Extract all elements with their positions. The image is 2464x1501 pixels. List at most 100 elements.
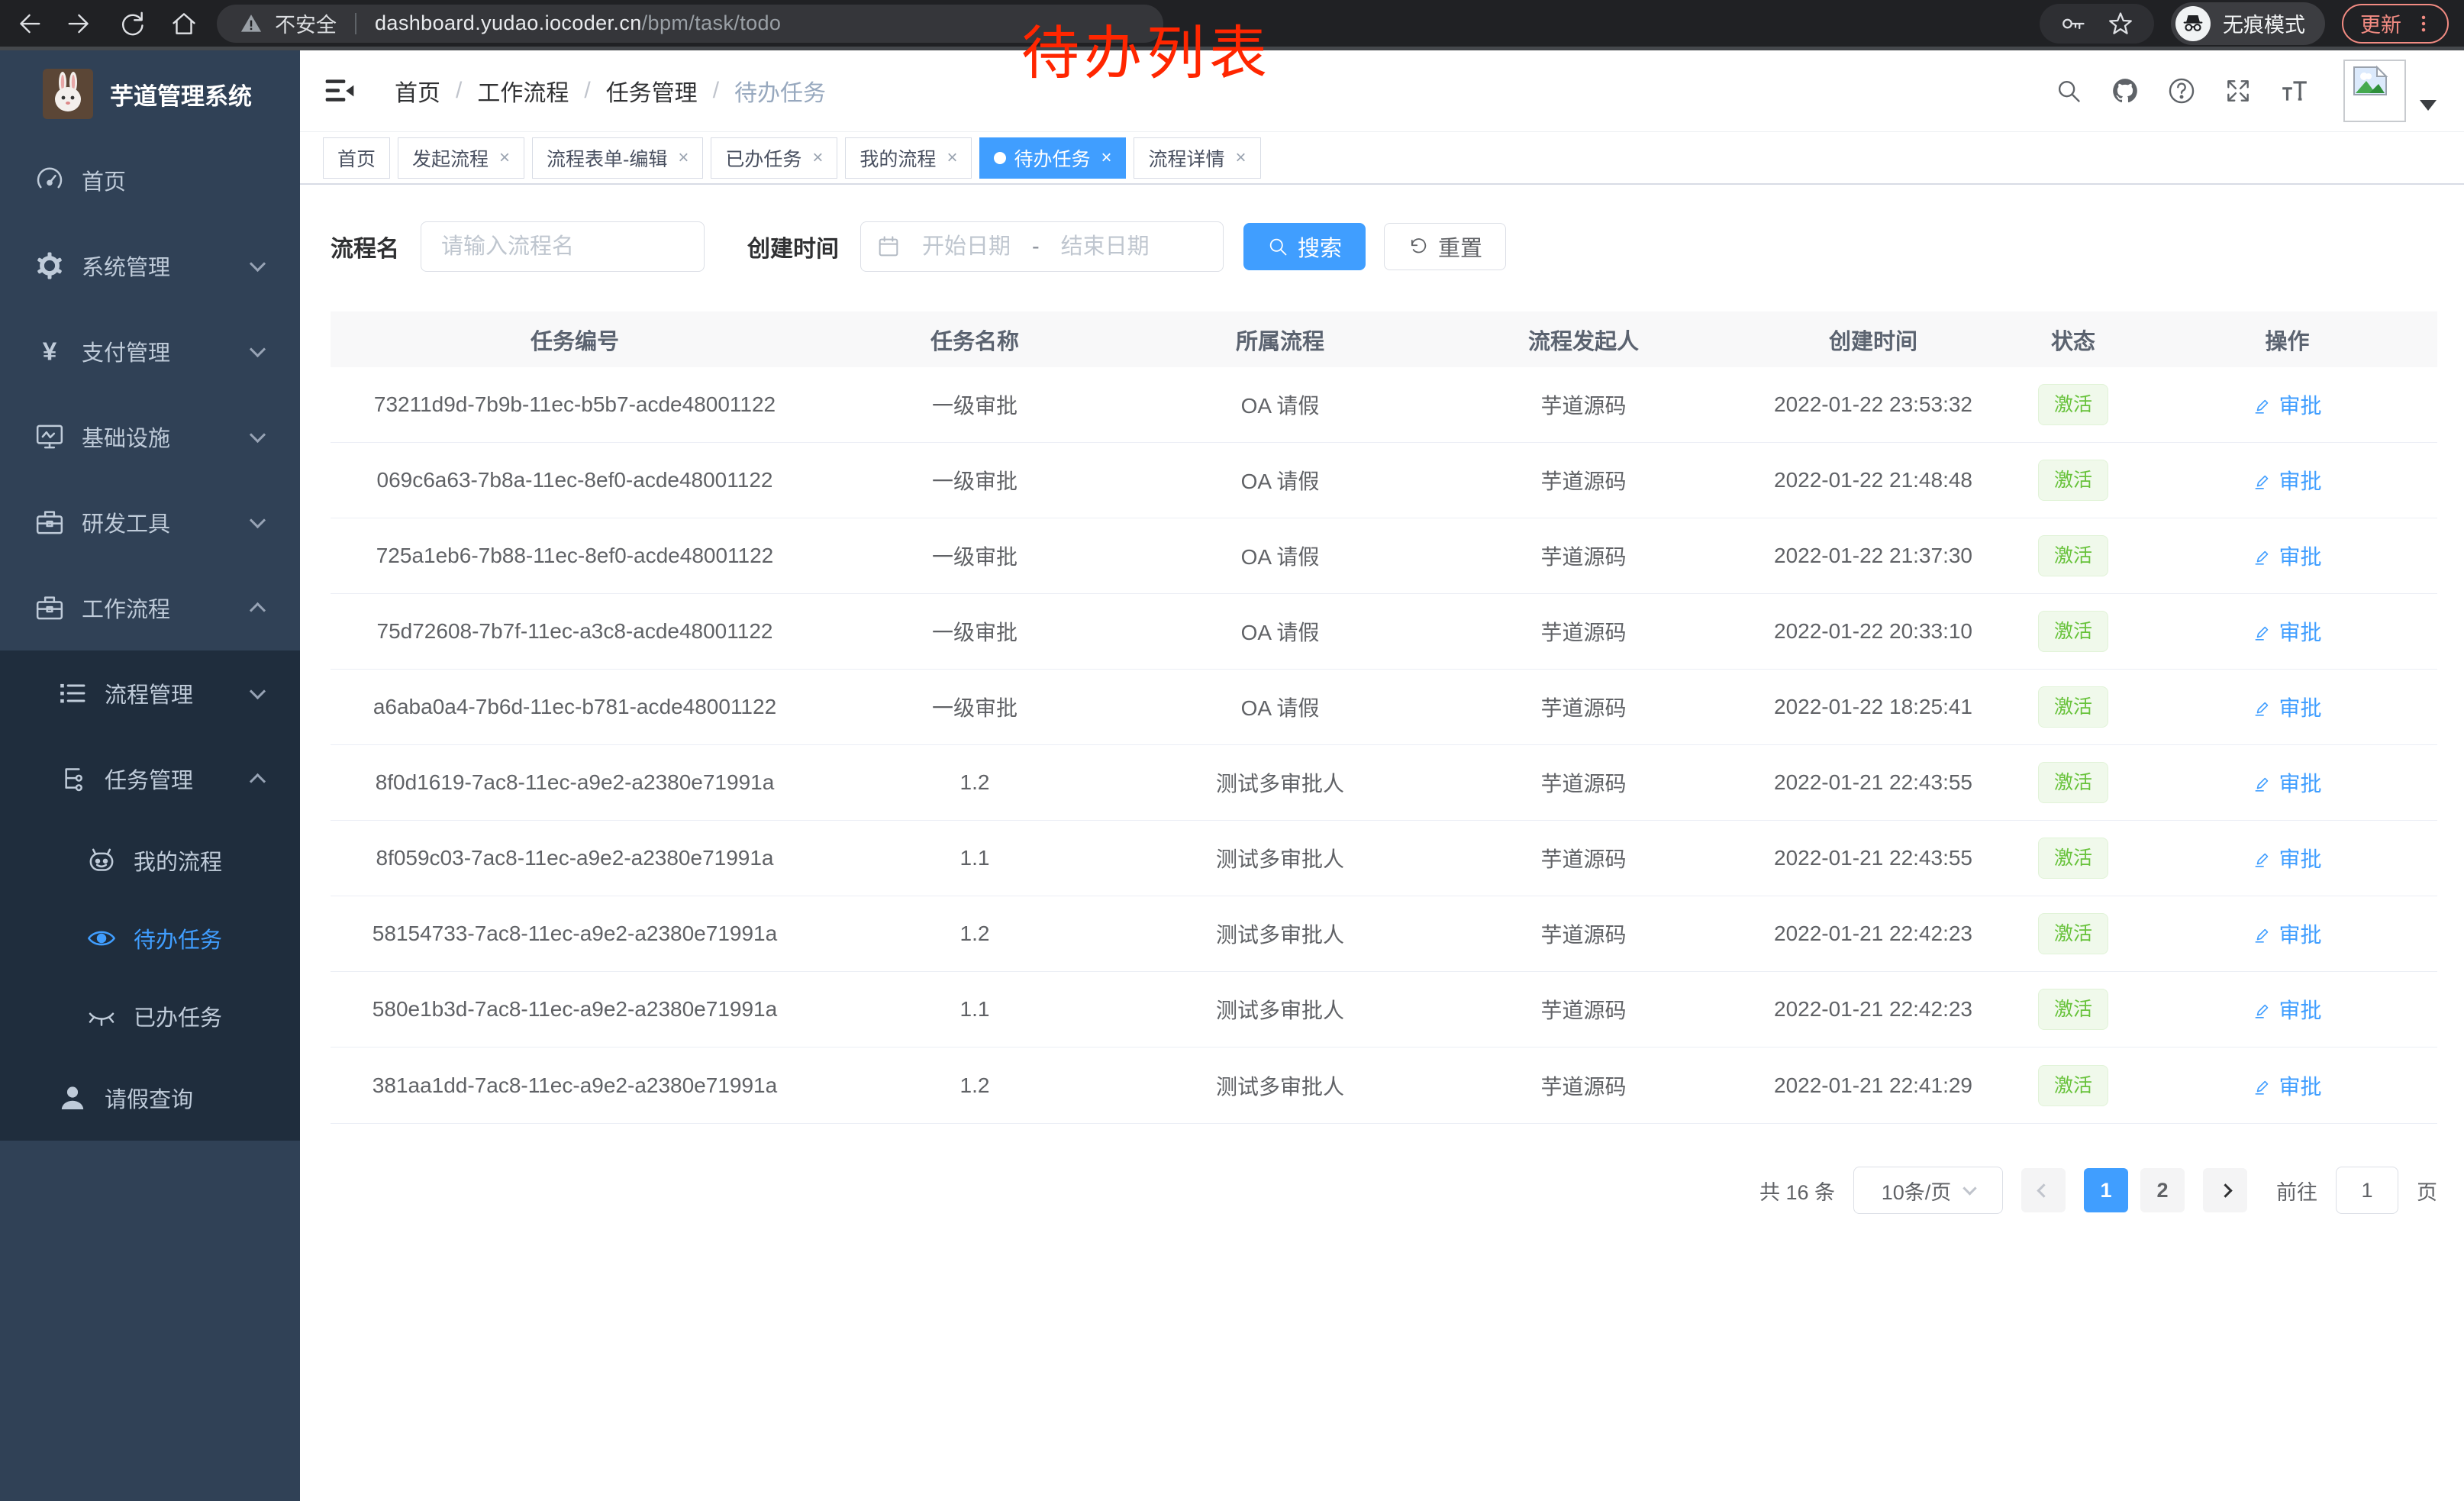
yen-icon: ¥ [34, 336, 65, 366]
approve-button[interactable]: 审批 [2253, 541, 2321, 571]
sidebar-item-流程管理[interactable]: 流程管理 [0, 650, 300, 736]
cell-status: 激活 [2009, 384, 2137, 425]
table-body: 73211d9d-7b9b-11ec-b5b7-acde48001122一级审批… [331, 367, 2437, 1123]
approve-button[interactable]: 审批 [2253, 692, 2321, 722]
breadcrumb: 首页/工作流程/任务管理/待办任务 [395, 74, 826, 108]
close-icon[interactable]: × [947, 147, 957, 169]
password-key-icon[interactable] [2059, 10, 2087, 37]
start-date-input[interactable] [905, 234, 1027, 260]
chevron-down-icon[interactable] [2420, 100, 2437, 111]
sidebar-item-label: 我的流程 [134, 844, 222, 876]
table-row: 58154733-7ac8-11ec-a9e2-a2380e71991a1.2测… [331, 896, 2437, 972]
close-icon[interactable]: × [812, 147, 823, 169]
search-button[interactable]: 搜索 [1243, 223, 1366, 270]
edit-pen-icon [2253, 621, 2272, 641]
browser-menu-icon[interactable] [2412, 12, 2435, 35]
cell-starter: 芋道源码 [1430, 389, 1737, 420]
browser-reload-icon[interactable] [118, 9, 147, 38]
table-row: 8f0d1619-7ac8-11ec-a9e2-a2380e71991a1.2测… [331, 745, 2437, 821]
status-badge: 激活 [2038, 762, 2108, 803]
tab-item-我的流程[interactable]: 我的流程× [845, 137, 972, 179]
hamburger-icon[interactable] [323, 74, 356, 108]
tab-label: 已办任务 [725, 144, 801, 172]
approve-button[interactable]: 审批 [2253, 994, 2321, 1025]
bookmark-star-icon[interactable] [2107, 10, 2134, 37]
gear-icon [34, 250, 65, 281]
cell-status: 激活 [2009, 535, 2137, 576]
status-badge: 激活 [2038, 989, 2108, 1030]
search-icon[interactable] [2053, 76, 2084, 106]
sidebar-item-已办任务[interactable]: 已办任务 [0, 977, 300, 1055]
page-size-select[interactable]: 10条/页 [1853, 1167, 2003, 1214]
sidebar-item-首页[interactable]: 首页 [0, 137, 300, 223]
tab-item-流程详情[interactable]: 流程详情× [1134, 137, 1260, 179]
screen: 不安全 dashboard.yudao.iocoder.cn/bpm/task/… [0, 0, 2464, 1501]
close-icon[interactable]: × [499, 147, 510, 169]
app-title: 芋道管理系统 [110, 77, 252, 111]
sidebar-item-研发工具[interactable]: 研发工具 [0, 479, 300, 565]
active-dot-icon [994, 152, 1006, 164]
sidebar-item-工作流程[interactable]: 工作流程 [0, 565, 300, 650]
prev-page-button[interactable] [2021, 1168, 2066, 1212]
avatar[interactable] [2343, 60, 2406, 122]
security-warning-icon[interactable] [240, 12, 263, 35]
table-row: 725a1eb6-7b88-11ec-8ef0-acde48001122一级审批… [331, 518, 2437, 594]
page-button-1[interactable]: 1 [2084, 1168, 2128, 1212]
sidebar-item-label: 请假查询 [105, 1082, 193, 1114]
approve-button[interactable]: 审批 [2253, 465, 2321, 495]
sidebar-item-请假查询[interactable]: 请假查询 [0, 1055, 300, 1141]
approve-button[interactable]: 审批 [2253, 767, 2321, 798]
tab-item-发起流程[interactable]: 发起流程× [398, 137, 524, 179]
sidebar-item-系统管理[interactable]: 系统管理 [0, 223, 300, 308]
cell-starter: 芋道源码 [1430, 541, 1737, 571]
approve-button[interactable]: 审批 [2253, 389, 2321, 420]
breadcrumb-item-任务管理[interactable]: 任务管理 [606, 74, 698, 108]
browser-back-icon[interactable] [14, 9, 43, 38]
update-button[interactable]: 更新 [2342, 4, 2449, 44]
sidebar-item-我的流程[interactable]: 我的流程 [0, 822, 300, 899]
edit-pen-icon [2253, 1076, 2272, 1096]
user-menu[interactable] [2343, 60, 2437, 122]
approve-button[interactable]: 审批 [2253, 918, 2321, 949]
sidebar-item-待办任务[interactable]: 待办任务 [0, 899, 300, 977]
reset-button[interactable]: 重置 [1384, 223, 1506, 270]
goto-page-input[interactable] [2336, 1167, 2398, 1214]
approve-button[interactable]: 审批 [2253, 616, 2321, 647]
page-button-2[interactable]: 2 [2140, 1168, 2185, 1212]
user-icon [57, 1083, 88, 1113]
close-icon[interactable]: × [1236, 147, 1247, 169]
fullscreen-icon[interactable] [2223, 76, 2253, 106]
breadcrumb-item-首页[interactable]: 首页 [395, 74, 440, 108]
github-icon[interactable] [2110, 76, 2140, 106]
tab-item-待办任务[interactable]: 待办任务× [979, 137, 1126, 179]
tab-item-首页[interactable]: 首页 [323, 137, 390, 179]
close-icon[interactable]: × [1101, 147, 1111, 169]
end-date-input[interactable] [1044, 234, 1166, 260]
approve-button[interactable]: 审批 [2253, 843, 2321, 873]
font-size-icon[interactable] [2279, 76, 2310, 106]
eye-icon [86, 923, 117, 954]
app-logo[interactable]: 芋道管理系统 [0, 50, 300, 137]
logo-image [43, 69, 93, 119]
sidebar-item-任务管理[interactable]: 任务管理 [0, 736, 300, 822]
url-text: dashboard.yudao.iocoder.cn/bpm/task/todo [375, 11, 781, 35]
sidebar-item-基础设施[interactable]: 基础设施 [0, 394, 300, 479]
date-range-picker[interactable]: - [860, 221, 1224, 272]
sidebar-item-label: 首页 [82, 164, 126, 196]
breadcrumb-item-工作流程[interactable]: 工作流程 [477, 74, 569, 108]
sidebar-item-支付管理[interactable]: ¥支付管理 [0, 308, 300, 394]
help-icon[interactable] [2166, 76, 2197, 106]
close-icon[interactable]: × [678, 147, 689, 169]
browser-home-icon[interactable] [169, 9, 198, 38]
tab-item-已办任务[interactable]: 已办任务 × [711, 137, 837, 179]
approve-button[interactable]: 审批 [2253, 1070, 2321, 1101]
cell-status: 激活 [2009, 460, 2137, 501]
tab-item-流程表单-编辑[interactable]: 流程表单-编辑× [532, 137, 703, 179]
cell-create-time: 2022-01-22 20:33:10 [1737, 619, 2009, 644]
incognito-icon [2175, 6, 2211, 41]
process-name-input[interactable] [421, 221, 705, 272]
browser-forward-icon[interactable] [66, 9, 95, 38]
next-page-button[interactable] [2203, 1168, 2247, 1212]
cell-create-time: 2022-01-22 18:25:41 [1737, 695, 2009, 719]
status-badge: 激活 [2038, 838, 2108, 879]
